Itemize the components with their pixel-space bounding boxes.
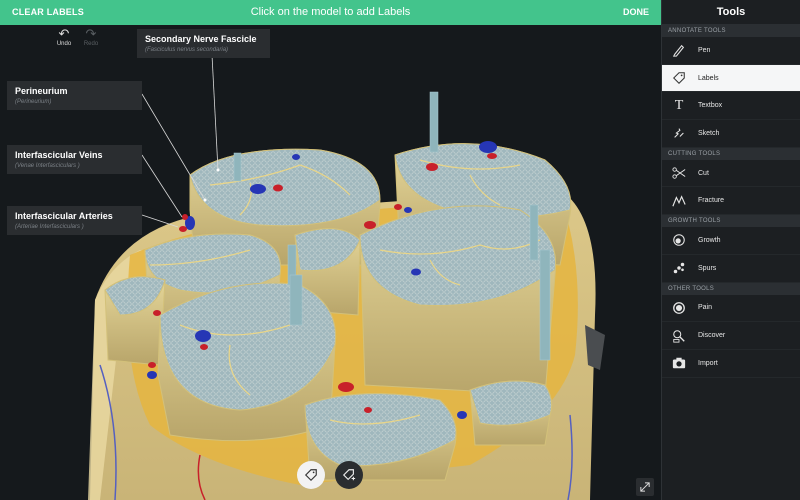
label-latin: (Venae Interfasciculars )	[15, 163, 80, 169]
tool-label: Pain	[698, 304, 713, 312]
section-header: ANNOTATE TOOLS	[662, 25, 800, 37]
instruction-text: Click on the model to add Labels	[250, 6, 411, 18]
tool-pain[interactable]: Pain	[662, 295, 800, 323]
section-header: CUTTING TOOLS	[662, 147, 800, 160]
tool-cut[interactable]: Cut	[662, 160, 800, 188]
tool-label: Pen	[698, 46, 711, 54]
label-latin: (Fasciculus nervus secondaria)	[145, 47, 229, 53]
label-name: Interfascicular Arteries	[15, 211, 113, 221]
label-name: Interfascicular Veins	[15, 150, 103, 160]
fullscreen-button[interactable]	[636, 478, 654, 496]
undo-icon: ↶	[58, 26, 70, 41]
redo-icon: ↷	[85, 26, 97, 41]
section-header: GROWTH TOOLS	[662, 215, 800, 228]
tool-label: Fracture	[698, 197, 725, 205]
growth-icon	[670, 231, 688, 249]
tool-spurs[interactable]: Spurs	[662, 255, 800, 283]
tool-fracture[interactable]: Fracture	[662, 187, 800, 216]
undo-label: Undo	[56, 41, 72, 47]
anatomy-label[interactable]: Perineurium (Perineurium)	[7, 81, 142, 110]
redo-button[interactable]: ↷ Redo	[80, 26, 102, 48]
scissors-icon	[670, 164, 688, 182]
label-latin: (Perineurium)	[15, 99, 52, 105]
tool-textbox[interactable]: T Textbox	[662, 92, 800, 121]
tag-icon	[304, 469, 317, 482]
textbox-icon: T	[674, 97, 684, 113]
tool-discover[interactable]: Discover	[662, 322, 800, 350]
undo-button[interactable]: ↶ Undo	[53, 26, 75, 48]
tool-label: Textbox	[698, 102, 723, 110]
tag-edit-icon	[342, 469, 356, 481]
discover-icon	[670, 327, 688, 345]
tool-label: Sketch	[698, 129, 720, 137]
tool-label: Spurs	[698, 264, 717, 272]
tools-sidebar: Tools ANNOTATE TOOLS Pen Labels T Textbo…	[661, 0, 800, 500]
section-header: OTHER TOOLS	[662, 282, 800, 295]
top-bar: CLEAR LABELS Click on the model to add L…	[0, 0, 661, 25]
tool-labels[interactable]: Labels	[662, 64, 800, 93]
pen-icon	[670, 41, 688, 59]
expand-icon	[640, 482, 650, 492]
label-name: Perineurium	[15, 86, 68, 96]
label-edit-button[interactable]	[335, 461, 363, 489]
label-tag-button[interactable]	[297, 461, 325, 489]
spurs-icon	[670, 259, 688, 277]
sketch-icon	[670, 124, 688, 142]
model-viewport[interactable]: ↶ Undo ↷ Redo Secondary Nerve Fascicle (…	[0, 25, 661, 500]
tool-label: Cut	[698, 169, 709, 177]
camera-icon	[670, 354, 688, 372]
tool-sketch[interactable]: Sketch	[662, 120, 800, 148]
pain-icon	[670, 299, 688, 317]
anatomy-label[interactable]: Interfascicular Veins (Venae Interfascic…	[7, 145, 142, 174]
tool-growth[interactable]: Growth	[662, 227, 800, 255]
label-name: Secondary Nerve Fascicle	[145, 34, 257, 44]
tool-label: Growth	[698, 236, 721, 244]
tool-pen[interactable]: Pen	[662, 37, 800, 65]
label-tag-icon	[670, 69, 688, 87]
tool-label: Labels	[698, 74, 719, 82]
anatomy-label[interactable]: Interfascicular Arteries (Arteriae Inter…	[7, 206, 142, 235]
tool-label: Discover	[698, 332, 726, 340]
tool-label: Import	[698, 359, 718, 367]
anatomy-label[interactable]: Secondary Nerve Fascicle (Fasciculus ner…	[137, 29, 270, 58]
done-button[interactable]: DONE	[623, 7, 649, 17]
sidebar-title: Tools	[662, 0, 800, 25]
redo-label: Redo	[83, 41, 99, 47]
tool-import[interactable]: Import	[662, 350, 800, 378]
label-latin: (Arteriae Interfasciculars )	[15, 224, 84, 230]
fracture-icon	[670, 192, 688, 210]
